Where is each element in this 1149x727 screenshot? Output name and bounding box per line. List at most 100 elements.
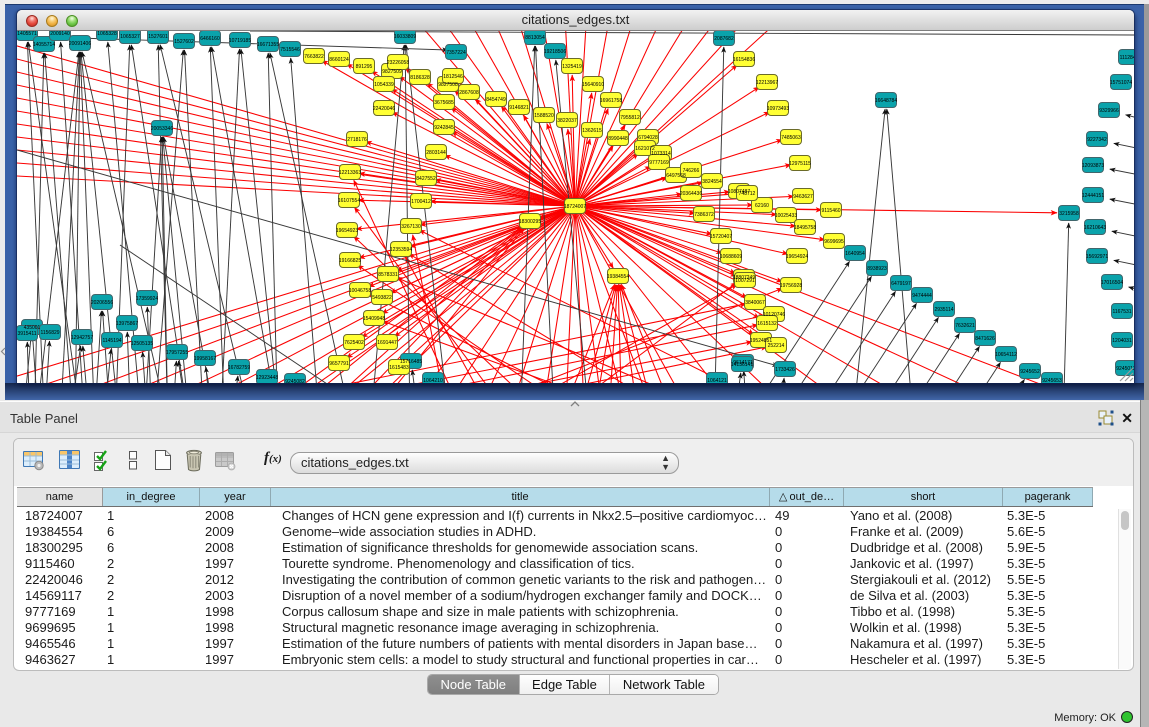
svg-text:2718176: 2718176 xyxy=(347,137,367,143)
svg-text:15640910: 15640910 xyxy=(582,82,604,88)
svg-text:12923448: 12923448 xyxy=(256,375,278,381)
svg-text:7663822: 7663822 xyxy=(304,54,324,60)
svg-text:1325419: 1325419 xyxy=(562,64,582,70)
svg-text:1073314: 1073314 xyxy=(651,151,671,157)
svg-text:7632621: 7632621 xyxy=(955,323,975,329)
svg-text:16154836: 16154836 xyxy=(733,57,755,63)
svg-text:7625402: 7625402 xyxy=(344,340,364,346)
svg-text:8471626: 8471626 xyxy=(975,336,995,342)
svg-text:62160: 62160 xyxy=(755,203,769,209)
svg-text:12213363: 12213363 xyxy=(339,170,361,176)
svg-text:16961758: 16961758 xyxy=(600,98,622,104)
svg-text:8454749: 8454749 xyxy=(486,97,506,103)
svg-text:2009140: 2009140 xyxy=(50,31,70,37)
svg-text:8990448: 8990448 xyxy=(608,136,628,142)
svg-text:12353594: 12353594 xyxy=(390,247,412,253)
svg-text:12213967: 12213967 xyxy=(756,80,778,86)
svg-text:15692971: 15692971 xyxy=(1086,254,1108,260)
svg-text:10719185: 10719185 xyxy=(229,38,251,44)
svg-text:13975867: 13975867 xyxy=(116,321,138,327)
svg-text:20091406: 20091406 xyxy=(69,41,91,47)
svg-text:10654112: 10654112 xyxy=(995,352,1017,358)
svg-text:10120746: 10120746 xyxy=(763,312,785,318)
svg-text:3267130: 3267130 xyxy=(401,224,421,230)
svg-text:891295: 891295 xyxy=(356,64,373,70)
svg-text:1054339: 1054339 xyxy=(374,82,394,88)
svg-text:8938923: 8938923 xyxy=(867,266,887,272)
svg-text:17359924: 17359924 xyxy=(136,296,158,302)
svg-text:1527602: 1527602 xyxy=(174,39,194,45)
svg-text:9245653: 9245653 xyxy=(1042,378,1062,383)
svg-text:746266: 746266 xyxy=(683,168,700,174)
svg-text:20364436: 20364436 xyxy=(680,191,702,197)
svg-text:23226058: 23226058 xyxy=(387,60,409,66)
svg-text:9463627: 9463627 xyxy=(793,194,813,200)
svg-text:9827508: 9827508 xyxy=(438,82,458,88)
svg-text:3840067: 3840067 xyxy=(745,300,765,306)
svg-text:6466160: 6466160 xyxy=(200,36,220,42)
svg-text:19218506: 19218506 xyxy=(544,49,566,55)
svg-text:9115460: 9115460 xyxy=(821,208,840,214)
svg-text:12093873: 12093873 xyxy=(1082,163,1104,169)
svg-text:7386372: 7386372 xyxy=(694,212,714,218)
svg-text:18724007: 18724007 xyxy=(564,204,586,210)
svg-text:8660124: 8660124 xyxy=(329,57,349,63)
svg-text:16210643: 16210643 xyxy=(1084,225,1106,231)
svg-text:20053346: 20053346 xyxy=(151,126,173,132)
svg-text:9657791: 9657791 xyxy=(329,361,349,367)
svg-text:10688609: 10688609 xyxy=(720,254,742,260)
svg-text:16107554: 16107554 xyxy=(338,198,360,204)
svg-text:2867608: 2867608 xyxy=(459,90,479,96)
svg-text:1615483: 1615483 xyxy=(389,365,409,371)
svg-text:1156829: 1156829 xyxy=(40,330,59,336)
svg-text:3915411: 3915411 xyxy=(17,331,36,337)
svg-text:19756928: 19756928 xyxy=(780,283,802,289)
svg-text:14055714: 14055714 xyxy=(33,42,55,48)
svg-text:1065327: 1065327 xyxy=(120,34,140,40)
svg-text:17016504: 17016504 xyxy=(1101,280,1123,286)
svg-text:1064210: 1064210 xyxy=(423,378,443,383)
svg-text:7485063: 7485063 xyxy=(781,135,801,141)
svg-text:9827509: 9827509 xyxy=(382,69,402,75)
svg-text:9146821: 9146821 xyxy=(509,105,529,111)
svg-text:3215958: 3215958 xyxy=(1059,211,1079,217)
svg-text:18495758: 18495758 xyxy=(794,225,816,231)
svg-text:10046758: 10046758 xyxy=(349,288,371,294)
svg-text:7955812: 7955812 xyxy=(620,115,640,121)
svg-text:9227342: 9227342 xyxy=(1087,137,1107,143)
svg-text:3824554: 3824554 xyxy=(702,179,722,185)
svg-text:1167531: 1167531 xyxy=(1112,309,1131,315)
svg-text:15409948: 15409948 xyxy=(363,316,385,322)
svg-text:1691447: 1691447 xyxy=(377,340,397,346)
svg-text:20206556: 20206556 xyxy=(91,300,113,306)
svg-text:1112842: 1112842 xyxy=(1120,55,1134,61)
svg-text:8578331: 8578331 xyxy=(378,272,398,278)
svg-text:1204031: 1204031 xyxy=(1112,338,1132,344)
svg-text:15751074: 15751074 xyxy=(1110,80,1132,86)
svg-text:12444151: 12444151 xyxy=(1082,193,1104,199)
svg-text:3675685: 3675685 xyxy=(434,100,454,106)
svg-text:10973493: 10973493 xyxy=(767,106,789,112)
svg-text:10025433: 10025433 xyxy=(775,213,797,219)
svg-text:1733426: 1733426 xyxy=(775,367,795,373)
svg-text:8813054: 8813054 xyxy=(525,35,545,41)
svg-text:9699695: 9699695 xyxy=(824,239,844,245)
svg-text:16033809: 16033809 xyxy=(394,34,416,40)
svg-text:9245652: 9245652 xyxy=(1020,369,1040,375)
svg-text:18300295: 18300295 xyxy=(519,219,541,225)
svg-text:9777169: 9777169 xyxy=(649,160,669,166)
svg-text:9329966: 9329966 xyxy=(1099,108,1119,114)
svg-text:748712: 748712 xyxy=(739,191,756,197)
svg-text:1145194: 1145194 xyxy=(102,338,121,344)
svg-text:252214: 252214 xyxy=(768,343,785,349)
svg-text:9242845: 9242845 xyxy=(434,125,454,131)
svg-text:22420046: 22420046 xyxy=(373,106,395,112)
svg-text:2803144: 2803144 xyxy=(426,150,446,156)
svg-text:17957255: 17957255 xyxy=(166,350,188,356)
svg-text:2935114: 2935114 xyxy=(934,307,953,313)
svg-text:7357224: 7357224 xyxy=(446,50,466,56)
svg-text:14136141: 14136141 xyxy=(731,362,753,368)
svg-text:8186328: 8186328 xyxy=(410,75,430,81)
svg-text:12505135: 12505135 xyxy=(131,341,153,347)
svg-text:2087682: 2087682 xyxy=(714,36,734,42)
